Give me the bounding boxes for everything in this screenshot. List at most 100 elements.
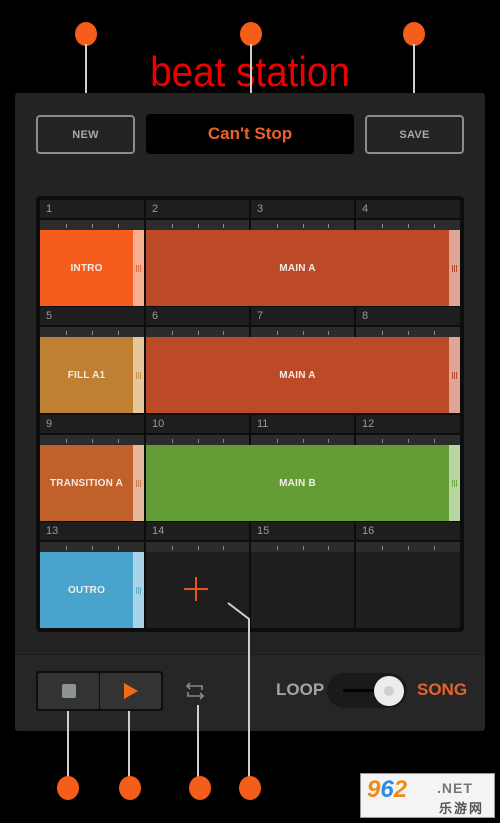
resize-handle[interactable] xyxy=(449,445,460,521)
watermark-cn: 乐游网 xyxy=(439,801,485,816)
callout-dot-loop xyxy=(189,776,211,800)
beat-tick xyxy=(66,439,67,443)
pattern-label: MAIN B xyxy=(279,477,316,489)
bar-number: 5 xyxy=(40,307,144,325)
wm-digit: 9 xyxy=(367,776,381,803)
beat-tick xyxy=(382,224,383,228)
callout-dot-add xyxy=(239,776,261,800)
callout-dot xyxy=(75,22,97,46)
beat-tick xyxy=(92,331,93,335)
beat-tick xyxy=(198,224,199,228)
pattern-block[interactable]: MAIN B xyxy=(146,445,460,521)
pattern-block[interactable]: OUTRO xyxy=(40,552,144,628)
pattern-label: INTRO xyxy=(70,262,103,274)
beat-tick xyxy=(118,331,119,335)
beat-tick xyxy=(223,546,224,550)
beat-tick xyxy=(66,224,67,228)
play-button[interactable] xyxy=(100,673,161,709)
loop-mode-label[interactable]: LOOP xyxy=(276,678,324,702)
beat-tick xyxy=(303,224,304,228)
beat-tick xyxy=(303,331,304,335)
loop-icon[interactable] xyxy=(184,681,206,701)
beat-tick xyxy=(172,439,173,443)
bar-number: 10 xyxy=(146,415,249,433)
beat-tick xyxy=(434,546,435,550)
resize-handle[interactable] xyxy=(133,337,144,413)
beat-ruler xyxy=(356,542,460,552)
beat-ruler xyxy=(251,435,354,445)
pattern-block[interactable]: INTRO xyxy=(40,230,144,306)
beat-ruler xyxy=(251,220,354,230)
grip-icon xyxy=(452,264,457,272)
beat-tick xyxy=(66,331,67,335)
beat-ruler xyxy=(146,435,249,445)
beat-tick xyxy=(382,439,383,443)
bar-number: 11 xyxy=(251,415,354,433)
pattern-block[interactable]: MAIN A xyxy=(146,230,460,306)
pattern-label: TRANSITION A xyxy=(49,477,124,489)
beat-ruler xyxy=(146,327,249,337)
save-button[interactable]: SAVE xyxy=(365,115,464,154)
toggle-knob[interactable] xyxy=(374,676,404,706)
pattern-label: MAIN A xyxy=(279,262,316,274)
beat-tick xyxy=(328,224,329,228)
beat-ruler xyxy=(146,542,249,552)
resize-handle[interactable] xyxy=(449,230,460,306)
beat-tick xyxy=(198,331,199,335)
bar-number: 7 xyxy=(251,307,354,325)
beat-tick xyxy=(66,546,67,550)
empty-slot[interactable] xyxy=(251,552,354,628)
bar-number: 8 xyxy=(356,307,460,325)
beat-ruler xyxy=(251,327,354,337)
beat-tick xyxy=(172,546,173,550)
beat-tick xyxy=(328,546,329,550)
beat-ruler xyxy=(40,435,144,445)
bar-number: 6 xyxy=(146,307,249,325)
beat-ruler xyxy=(40,220,144,230)
stop-button[interactable] xyxy=(38,673,99,709)
beat-tick xyxy=(223,224,224,228)
empty-slot[interactable] xyxy=(356,552,460,628)
beat-tick xyxy=(382,331,383,335)
pattern-block[interactable]: FILL A1 xyxy=(40,337,144,413)
mode-toggle[interactable] xyxy=(327,673,407,708)
song-title[interactable]: Can't Stop xyxy=(146,114,354,154)
play-icon xyxy=(124,683,138,699)
beat-ruler xyxy=(356,220,460,230)
grip-icon xyxy=(136,371,141,379)
beat-tick xyxy=(277,331,278,335)
beat-tick xyxy=(408,439,409,443)
beat-ruler xyxy=(251,542,354,552)
beat-ruler xyxy=(40,327,144,337)
bar-number: 3 xyxy=(251,200,354,218)
pattern-block[interactable]: TRANSITION A xyxy=(40,445,144,521)
resize-handle[interactable] xyxy=(133,230,144,306)
beat-tick xyxy=(434,224,435,228)
new-button[interactable]: NEW xyxy=(36,115,135,154)
resize-handle[interactable] xyxy=(449,337,460,413)
pattern-block[interactable]: MAIN A xyxy=(146,337,460,413)
grip-icon xyxy=(452,371,457,379)
bar-number: 15 xyxy=(251,522,354,540)
resize-handle[interactable] xyxy=(133,445,144,521)
beat-tick xyxy=(408,331,409,335)
resize-handle[interactable] xyxy=(133,552,144,628)
pattern-label: OUTRO xyxy=(67,584,106,596)
beat-tick xyxy=(118,546,119,550)
beat-tick xyxy=(434,439,435,443)
grip-icon xyxy=(452,479,457,487)
bar-number: 16 xyxy=(356,522,460,540)
beat-tick xyxy=(198,546,199,550)
beat-tick xyxy=(223,331,224,335)
add-pattern-button[interactable] xyxy=(184,577,208,601)
bar-number: 14 xyxy=(146,522,249,540)
song-mode-label[interactable]: SONG xyxy=(417,678,467,702)
watermark-net: .NET xyxy=(437,780,473,796)
grip-icon xyxy=(136,586,141,594)
bar-number: 12 xyxy=(356,415,460,433)
beat-tick xyxy=(277,224,278,228)
bar-number: 13 xyxy=(40,522,144,540)
bar-number: 4 xyxy=(356,200,460,218)
beat-tick xyxy=(118,224,119,228)
beat-tick xyxy=(92,224,93,228)
